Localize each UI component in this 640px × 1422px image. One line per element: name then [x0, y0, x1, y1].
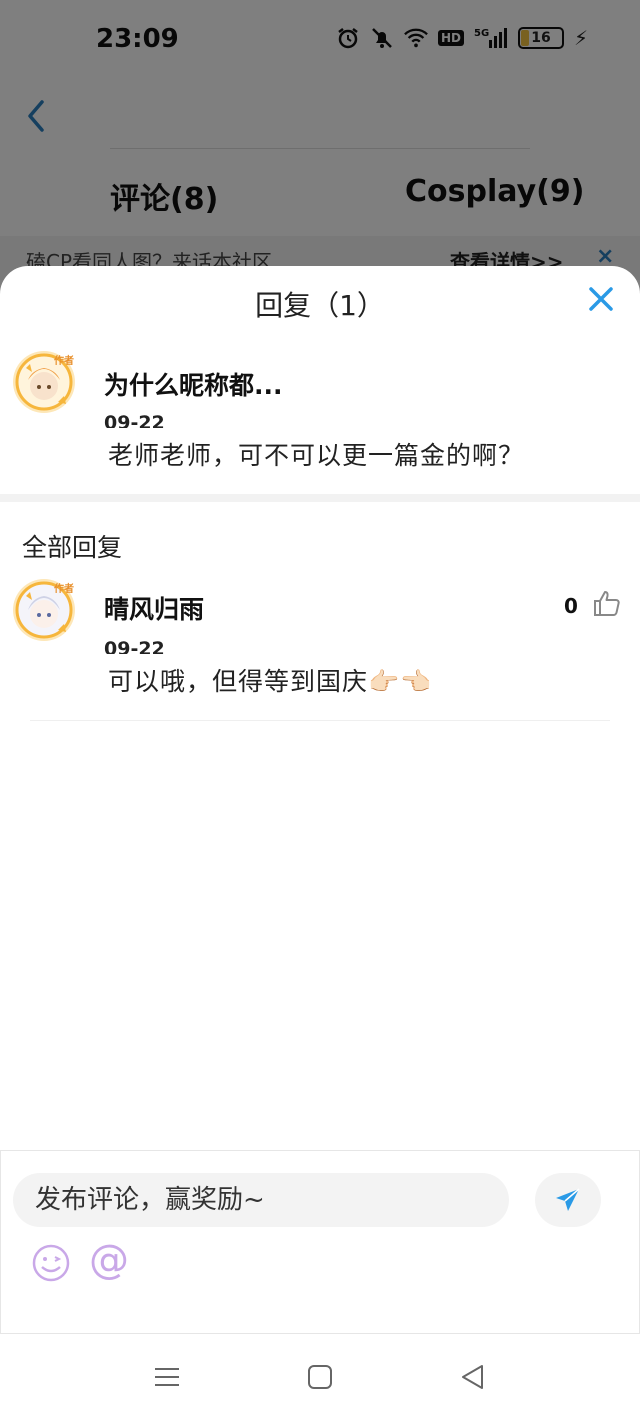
- menu-icon[interactable]: [152, 1362, 182, 1392]
- author-badge: 作者: [54, 584, 74, 595]
- sheet-title: 回复（1）: [255, 289, 385, 322]
- system-nav-bar: [0, 1334, 640, 1422]
- commenter-name[interactable]: 为什么昵称都...: [104, 366, 283, 402]
- thumbs-up-icon[interactable]: [592, 588, 622, 618]
- emoji-icon[interactable]: [31, 1243, 71, 1283]
- all-replies-heading: 全部回复: [22, 533, 123, 562]
- comment-text: 老师老师，可不可以更一篇金的啊？: [108, 441, 525, 470]
- close-icon[interactable]: [586, 284, 616, 314]
- comment-composer: @: [0, 1150, 640, 1334]
- send-icon: [556, 1188, 580, 1211]
- replier-name[interactable]: 晴风归雨: [104, 590, 204, 626]
- comment-date: 09-22: [104, 412, 165, 428]
- comment-input[interactable]: [13, 1173, 509, 1227]
- reply-text: 可以哦，但得等到国庆👉🏻👈🏻: [108, 667, 433, 696]
- row-divider: [30, 720, 610, 721]
- section-divider: [0, 494, 640, 502]
- dim-overlay[interactable]: [0, 0, 640, 300]
- send-button[interactable]: [535, 1173, 601, 1227]
- home-icon[interactable]: [305, 1362, 335, 1392]
- mention-icon[interactable]: @: [89, 1237, 129, 1283]
- author-badge: 作者: [54, 356, 74, 367]
- pointing-hands-emoji: 👉🏻👈🏻: [368, 667, 433, 696]
- back-icon[interactable]: [458, 1362, 488, 1392]
- reply-date: 09-22: [104, 638, 165, 654]
- like-count: 0: [564, 594, 578, 618]
